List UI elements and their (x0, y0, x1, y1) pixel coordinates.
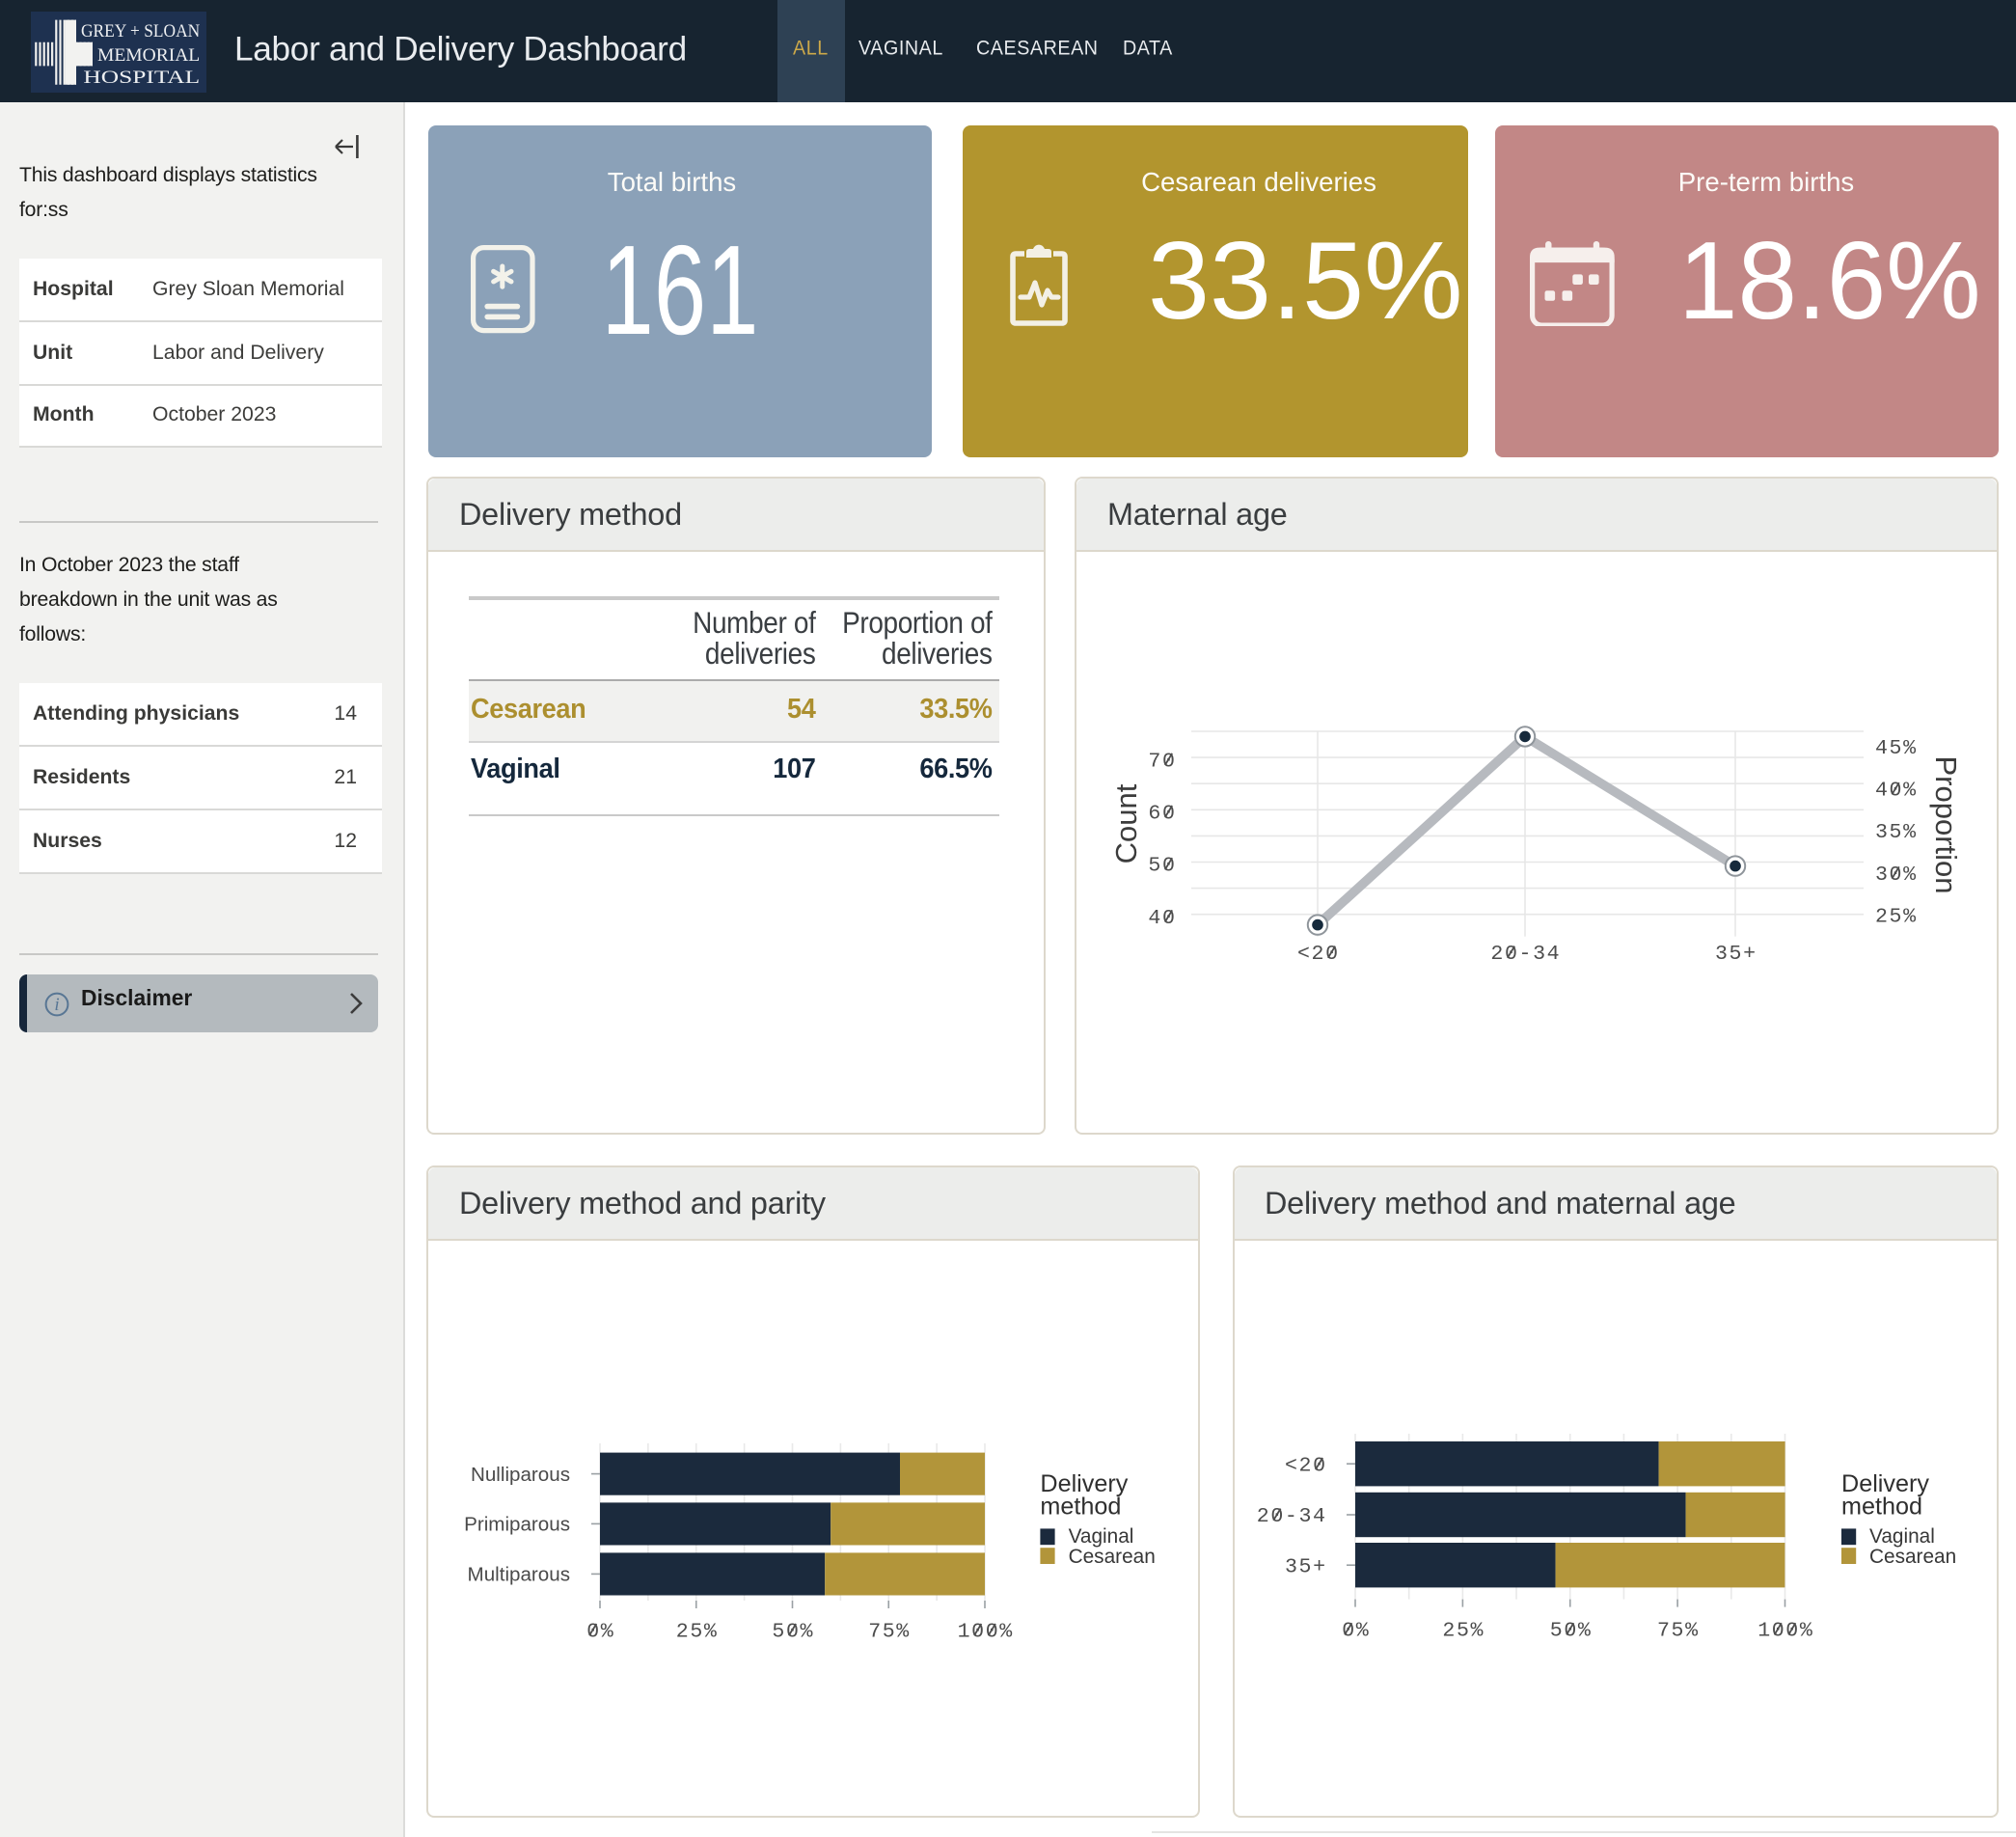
svg-text:Nulliparous: Nulliparous (471, 1464, 570, 1486)
svg-text:75%: 75% (1656, 1620, 1699, 1643)
svg-text:20-34: 20-34 (1256, 1505, 1326, 1528)
svg-text:20-34: 20-34 (1490, 943, 1561, 966)
svg-text:Count: Count (1109, 783, 1143, 864)
svg-text:HOSPITAL: HOSPITAL (84, 68, 201, 88)
svg-text:<20: <20 (1297, 943, 1340, 966)
svg-text:MEMORIAL: MEMORIAL (97, 45, 200, 66)
svg-text:50%: 50% (1549, 1620, 1592, 1643)
svg-text:method: method (1040, 1494, 1121, 1521)
svg-text:Cesarean: Cesarean (1069, 1546, 1156, 1568)
svg-text:25%: 25% (1875, 906, 1918, 929)
svg-text:method: method (1840, 1494, 1921, 1521)
svg-text:Cesarean: Cesarean (1868, 1546, 1955, 1568)
svg-text:40%: 40% (1875, 780, 1918, 803)
svg-text:GREY + SLOAN: GREY + SLOAN (81, 21, 200, 41)
svg-text:i: i (54, 994, 59, 1014)
svg-text:50%: 50% (772, 1620, 814, 1643)
svg-text:Primiparous: Primiparous (464, 1514, 570, 1536)
svg-text:30%: 30% (1875, 864, 1918, 887)
svg-text:Multiparous: Multiparous (468, 1564, 570, 1586)
svg-text:100%: 100% (958, 1620, 1014, 1643)
svg-text:100%: 100% (1757, 1620, 1812, 1643)
svg-text:Proportion: Proportion (1929, 755, 1963, 893)
svg-text:25%: 25% (676, 1620, 719, 1643)
svg-text:35+: 35+ (1715, 943, 1757, 966)
svg-text:75%: 75% (868, 1620, 911, 1643)
svg-text:35%: 35% (1875, 821, 1918, 844)
svg-text:45%: 45% (1875, 737, 1918, 760)
svg-text:Vaginal: Vaginal (1069, 1525, 1134, 1548)
svg-text:<20: <20 (1284, 1454, 1326, 1477)
svg-text:Vaginal: Vaginal (1868, 1525, 1934, 1548)
svg-text:25%: 25% (1441, 1620, 1484, 1643)
svg-text:35+: 35+ (1284, 1555, 1326, 1578)
